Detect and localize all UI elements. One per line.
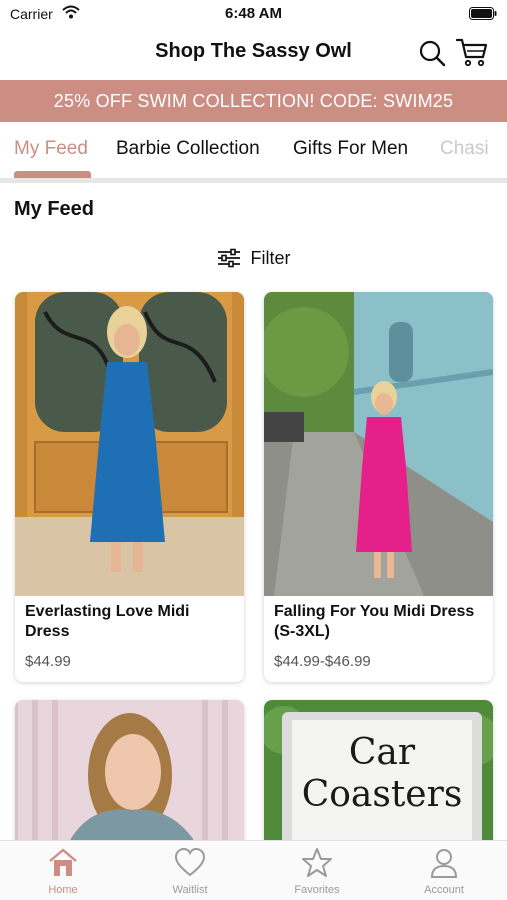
battery-icon [469, 7, 497, 20]
category-tabs: My Feed Barbie Collection Gifts For Men … [0, 122, 507, 178]
product-name: Everlasting Love Midi Dress [25, 603, 190, 640]
product-image: Car Coasters [264, 700, 493, 850]
account-icon [430, 849, 458, 878]
active-tab-indicator [14, 171, 91, 178]
product-card[interactable] [15, 700, 244, 850]
product-price: $44.99-$46.99 [274, 653, 371, 670]
product-price: $44.99 [25, 653, 71, 670]
filter-button[interactable]: Filter [0, 244, 507, 272]
tab-my-feed[interactable]: My Feed [14, 138, 88, 160]
feed-title: My Feed [14, 198, 95, 220]
product-name: Falling For You Midi Dress (S-3XL) [274, 603, 475, 640]
filter-icon [217, 248, 240, 268]
nav-waitlist-label: Waitlist [172, 884, 208, 896]
promo-banner[interactable]: 25% OFF SWIM COLLECTION! CODE: SWIM25 [0, 80, 507, 122]
heart-icon [174, 847, 206, 877]
product-image [15, 700, 244, 850]
product-card[interactable]: Car Coasters [264, 700, 493, 850]
product-card[interactable]: Everlasting Love Midi Dress $44.99 [15, 292, 244, 682]
home-icon [49, 848, 77, 876]
search-icon[interactable] [418, 39, 446, 67]
nav-account[interactable]: Account [381, 841, 507, 900]
nav-account-label: Account [424, 884, 464, 896]
nav-bar: Shop The Sassy Owl [0, 30, 507, 80]
cart-icon[interactable] [456, 37, 488, 67]
product-image [264, 292, 493, 596]
star-icon [302, 848, 332, 877]
product-image [15, 292, 244, 596]
status-time: 6:48 AM [225, 5, 282, 22]
promo-text: 25% OFF SWIM COLLECTION! CODE: SWIM25 [53, 90, 454, 111]
product-card[interactable]: Falling For You Midi Dress (S-3XL) $44.9… [264, 292, 493, 682]
nav-waitlist[interactable]: Waitlist [127, 841, 253, 900]
nav-home[interactable]: Home [0, 841, 126, 900]
nav-home-label: Home [48, 884, 78, 896]
tab-gifts-for-men[interactable]: Gifts For Men [293, 138, 408, 160]
nav-favorites[interactable]: Favorites [254, 841, 380, 900]
tabs-divider [0, 178, 507, 183]
status-bar: Carrier 6:48 AM [0, 0, 507, 30]
bottom-nav: Home Waitlist Favorites Account [0, 840, 507, 900]
nav-favorites-label: Favorites [294, 884, 340, 896]
tab-chasi[interactable]: Chasi [440, 138, 489, 160]
filter-label: Filter [250, 247, 291, 268]
tab-barbie-collection[interactable]: Barbie Collection [116, 138, 260, 160]
